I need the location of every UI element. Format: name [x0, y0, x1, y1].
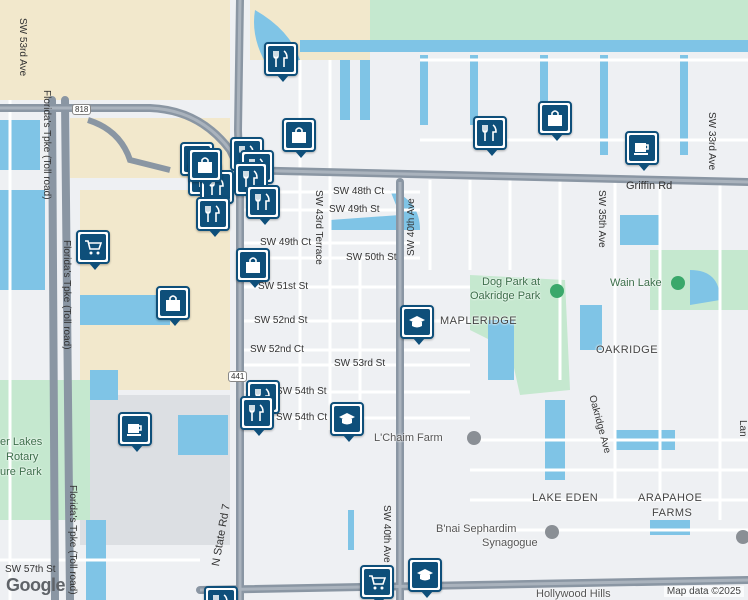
map-marker[interactable]: [196, 197, 230, 237]
restaurant-icon: [250, 189, 276, 215]
restaurant-icon: [200, 201, 226, 227]
restaurant-icon: [244, 400, 270, 426]
shopping-bag-icon: [192, 152, 218, 178]
road-label: SW 53rd St: [334, 358, 386, 369]
poi-label: ure Park: [0, 466, 42, 478]
synagogue-pin-icon[interactable]: [545, 525, 559, 539]
road-label: Lan: [737, 420, 748, 437]
map-marker[interactable]: [156, 286, 190, 326]
road-label: SW 52nd St: [254, 315, 308, 326]
coffee-icon: [122, 416, 148, 442]
restaurant-icon: [208, 590, 234, 600]
restaurant-icon: [477, 120, 503, 146]
road-label: Florida's Tpke (Toll road): [61, 240, 72, 350]
poi-label: Dog Park at: [482, 276, 541, 288]
road-label: SW 40th Ave: [381, 505, 392, 563]
map-marker[interactable]: [246, 185, 280, 225]
map-marker[interactable]: [188, 148, 222, 188]
park-pin-icon[interactable]: [671, 276, 685, 290]
area-label: OAKRIDGE: [596, 344, 659, 356]
map-marker[interactable]: [118, 412, 152, 452]
road-label: Florida's Tpke (Toll road): [41, 90, 52, 200]
poi-label: er Lakes: [0, 436, 43, 448]
road-label: SW 40th Ave: [406, 198, 417, 256]
shopping-cart-icon: [80, 234, 106, 260]
school-icon: [404, 309, 430, 335]
map-base-layer: [0, 0, 748, 600]
route-shield: 818: [72, 104, 92, 115]
road-label: SW 51st St: [258, 281, 309, 292]
map-marker[interactable]: [282, 118, 316, 158]
poi-label: L'Chaim Farm: [374, 432, 443, 444]
road-label: Griffin Rd: [626, 180, 673, 192]
school-icon: [412, 562, 438, 588]
poi-label: Hollywood Hills: [536, 588, 611, 600]
poi-label: Wain Lake: [610, 277, 662, 289]
road-label: SW 49th St: [329, 204, 380, 215]
road-label: Florida's Tpke (Toll road): [67, 485, 78, 595]
shopping-cart-icon: [364, 569, 390, 595]
place-pin-icon[interactable]: [736, 530, 748, 544]
poi-label: B'nai Sephardim: [436, 523, 517, 535]
area-label: ARAPAHOE: [638, 492, 703, 504]
shopping-bag-icon: [286, 122, 312, 148]
road-label: SW 54th Ct: [276, 412, 328, 423]
map-attribution: Map data ©2025: [663, 586, 744, 597]
route-shield: 441: [228, 371, 248, 382]
map-marker[interactable]: [236, 248, 270, 288]
road-label: SW 57th St: [5, 564, 56, 575]
map-marker[interactable]: [204, 586, 238, 600]
map-marker[interactable]: [360, 565, 394, 600]
road-label: SW 35th Ave: [596, 190, 607, 248]
poi-label: Oakridge Park: [470, 290, 541, 302]
road-label: SW 49th Ct: [260, 237, 312, 248]
school-icon: [334, 406, 360, 432]
road-label: SW 54th St: [276, 386, 327, 397]
road-label: SW 52nd Ct: [250, 344, 304, 355]
shopping-bag-icon: [542, 105, 568, 131]
restaurant-icon: [268, 46, 294, 72]
map-marker[interactable]: [400, 305, 434, 345]
park-pin-icon[interactable]: [550, 284, 564, 298]
poi-label: Synagogue: [482, 537, 538, 549]
map-marker[interactable]: [538, 101, 572, 141]
road-label: SW 48th Ct: [333, 186, 385, 197]
area-label: LAKE EDEN: [532, 492, 599, 504]
map-canvas[interactable]: SW 53rd Ave Florida's Tpke (Toll road) F…: [0, 0, 748, 600]
road-label: SW 50th St: [346, 252, 397, 263]
poi-label: Rotary: [6, 451, 39, 463]
map-marker[interactable]: [408, 558, 442, 598]
shopping-bag-icon: [160, 290, 186, 316]
road-label: SW 53rd Ave: [17, 18, 28, 77]
area-label: FARMS: [652, 507, 693, 519]
road-label: SW 43rd Terrace: [313, 190, 324, 265]
place-pin-icon[interactable]: [467, 431, 481, 445]
map-marker[interactable]: [240, 396, 274, 436]
coffee-icon: [629, 135, 655, 161]
map-marker[interactable]: [330, 402, 364, 442]
map-marker[interactable]: [76, 230, 110, 270]
road-label: SW 33rd Ave: [706, 112, 717, 171]
google-logo: Google: [6, 575, 66, 595]
map-marker[interactable]: [473, 116, 507, 156]
area-label: MAPLERIDGE: [440, 315, 518, 327]
map-marker[interactable]: [625, 131, 659, 171]
map-marker[interactable]: [264, 42, 298, 82]
shopping-bag-icon: [240, 252, 266, 278]
